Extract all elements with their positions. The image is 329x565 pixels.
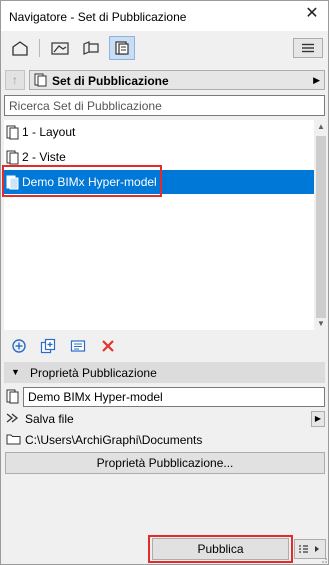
tree-item-label: Demo BIMx Hyper-model [22,175,157,189]
tree-item-label: 1 - Layout [22,125,76,139]
add-set-button[interactable] [9,336,29,356]
tree-scrollbar[interactable]: ▲ ▼ [314,120,328,330]
list-options-icon [299,545,319,553]
project-map-button[interactable] [7,36,33,60]
set-actions-bar [1,334,328,358]
view-map-button[interactable] [47,36,73,60]
tree-item-demo-bimx[interactable]: Demo BIMx Hyper-model [4,170,314,194]
tree-item-1-layout[interactable]: 1 - Layout [4,120,314,144]
navigator-toolbar [1,31,328,65]
tree-item-label: 2 - Viste [22,150,66,164]
set-selector-row: ↑ Set di Pubblicazione ▶ [5,70,325,90]
resize-grip-icon[interactable] [319,555,327,563]
scrollbar-thumb[interactable] [316,136,326,318]
close-icon[interactable]: ✕ [304,6,320,22]
options-menu-button[interactable] [293,38,323,58]
search-input[interactable] [4,95,325,116]
path-row: C:\Users\ArchiGraphi\Documents [4,430,325,448]
publishing-properties-button[interactable]: Proprietà Pubblicazione... [5,452,325,474]
path-label[interactable]: C:\Users\ArchiGraphi\Documents [25,433,202,447]
hamburger-menu-icon [302,43,314,53]
window-title: Navigatore - Set di Pubblicazione [9,10,187,24]
publisher-set-label: Set di Pubblicazione [52,74,169,88]
publisher-name-field[interactable] [23,387,325,407]
add-set-icon [12,339,26,353]
publisher-set-icon [6,175,19,189]
save-file-label: Salva file [25,412,74,426]
project-map-icon [12,41,28,56]
view-map-icon [51,42,69,55]
tree-item-2-viste[interactable]: 2 - Viste [4,145,314,169]
scroll-up-icon[interactable]: ▲ [317,122,325,131]
publisher-sets-icon [115,41,129,55]
publisher-set-tree: 1 - Layout 2 - Viste Demo BIMx Hyper-mod… [2,120,314,330]
publisher-set-dropdown[interactable]: Set di Pubblicazione ▶ [29,70,325,90]
publisher-sets-button[interactable] [109,36,135,60]
set-settings-button[interactable] [68,336,88,356]
duplicate-set-button[interactable] [38,336,58,356]
set-settings-icon [70,340,86,352]
layout-book-button[interactable] [78,36,104,60]
properties-section-header[interactable]: ▼ Proprietà Pubblicazione [4,362,325,383]
up-level-button[interactable]: ↑ [5,70,25,90]
navigator-palette: Navigatore - Set di Pubblicazione ✕ ↑ Se… [0,0,329,565]
folder-icon [6,434,21,445]
chevron-right-icon: ▶ [313,75,320,85]
toolbar-separator [39,39,40,57]
duplicate-set-icon [40,338,56,354]
save-file-icon [6,413,19,423]
scroll-down-icon[interactable]: ▼ [317,319,325,328]
layout-book-icon [83,41,99,55]
footer-bar: Pubblica [1,534,328,564]
collapse-triangle-icon: ▼ [11,367,20,377]
save-method-button[interactable]: ▶ [311,411,325,427]
publish-button[interactable]: Pubblica [152,538,289,560]
publisher-set-icon [6,125,19,139]
properties-section-title: Proprietà Pubblicazione [30,366,157,380]
publisher-name-row [4,387,325,407]
publisher-set-icon [6,389,19,404]
delete-set-button[interactable] [98,336,118,356]
publisher-set-icon [34,73,47,87]
publisher-set-icon [6,150,19,164]
title-bar: Navigatore - Set di Pubblicazione ✕ [1,1,328,31]
save-file-row: Salva file ▶ [4,410,325,428]
delete-icon [102,340,114,352]
